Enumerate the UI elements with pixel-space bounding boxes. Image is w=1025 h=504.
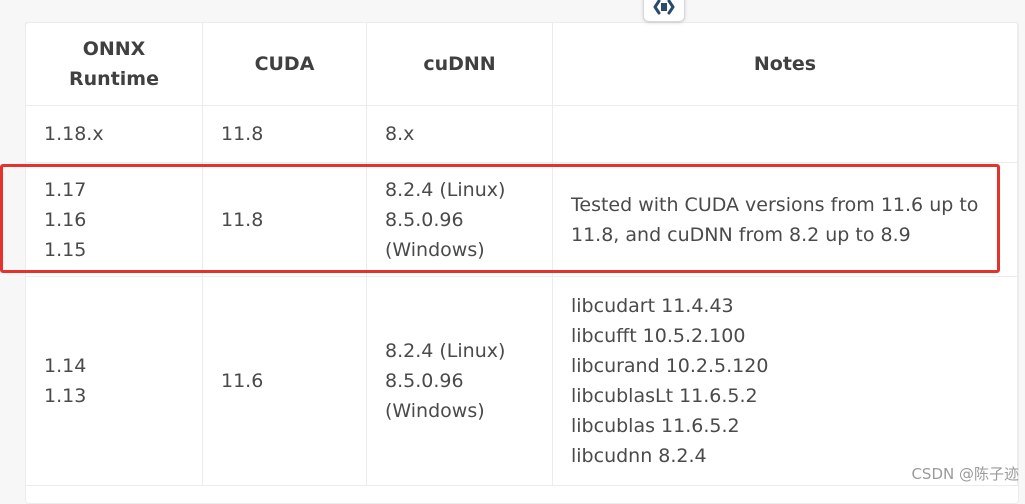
table-row: 1.18.x 11.8 8.x xyxy=(25,105,1018,163)
cell-cuda: 11.6 xyxy=(202,276,367,486)
cudnn-version: 8.5.0.96 xyxy=(385,370,464,392)
library-version: libcudart 11.4.43 xyxy=(571,295,734,317)
library-version: libcurand 10.2.5.120 xyxy=(571,355,769,377)
header-cuda: CUDA xyxy=(202,22,367,106)
library-version: libcublas 11.6.5.2 xyxy=(571,415,740,437)
cudnn-version: 8.x xyxy=(385,123,415,145)
header-onnx-runtime: ONNX Runtime xyxy=(25,22,203,106)
cell-onnx: 1.18.x xyxy=(25,105,203,163)
onnx-version: 1.16 xyxy=(44,208,87,231)
cell-notes: libcudart 11.4.43 libcufft 10.5.2.100 li… xyxy=(552,276,1018,486)
onnx-version: 1.14 xyxy=(44,355,87,377)
onnx-version: 1.18.x xyxy=(44,123,104,145)
cudnn-version: (Windows) xyxy=(385,238,485,261)
cell-cudnn: 8.2.4 (Linux) 8.5.0.96 (Windows) xyxy=(366,162,553,277)
onnx-version: 1.15 xyxy=(44,238,87,261)
table-row: 1.14 1.13 11.6 8.2.4 (Linux) 8.5.0.96 (W… xyxy=(25,276,1018,486)
cudnn-version: (Windows) xyxy=(385,400,485,422)
library-version: libcufft 10.5.2.100 xyxy=(571,325,746,347)
table-header-row: ONNX Runtime CUDA cuDNN Notes xyxy=(25,22,1018,106)
cudnn-version: 8.2.4 (Linux) xyxy=(385,178,506,201)
table-row: 1.17 1.16 1.15 11.8 8.2.4 (Linux) 8.5.0.… xyxy=(25,162,1018,277)
library-version: libcublasLt 11.6.5.2 xyxy=(571,385,758,407)
compatibility-table: ONNX Runtime CUDA cuDNN Notes 1.18.x 11.… xyxy=(25,22,1018,486)
cudnn-version: 8.5.0.96 xyxy=(385,208,464,231)
header-notes: Notes xyxy=(552,22,1018,106)
cell-cudnn: 8.2.4 (Linux) 8.5.0.96 (Windows) xyxy=(366,276,553,486)
onnx-version: 1.17 xyxy=(44,178,87,201)
cell-cuda: 11.8 xyxy=(202,162,367,277)
note-line: 11.8, and cuDNN from 8.2 up to 8.9 xyxy=(571,223,911,246)
cudnn-version: 8.2.4 (Linux) xyxy=(385,340,506,362)
onnx-version: 1.13 xyxy=(44,385,87,407)
cell-notes: Tested with CUDA versions from 11.6 up t… xyxy=(552,162,1018,277)
cell-onnx: 1.17 1.16 1.15 xyxy=(25,162,203,277)
cell-notes xyxy=(552,105,1018,163)
header-onnx-line2: Runtime xyxy=(69,68,159,90)
header-cudnn: cuDNN xyxy=(366,22,553,106)
cell-cudnn: 8.x xyxy=(366,105,553,163)
code-block-button[interactable] xyxy=(643,0,685,22)
cell-cuda: 11.8 xyxy=(202,105,367,163)
watermark: CSDN @陈子迹 xyxy=(911,465,1019,483)
cell-onnx: 1.14 1.13 xyxy=(25,276,203,486)
header-onnx-line1: ONNX xyxy=(82,38,146,60)
code-block-icon xyxy=(653,0,675,15)
note-line: Tested with CUDA versions from 11.6 up t… xyxy=(571,193,979,216)
